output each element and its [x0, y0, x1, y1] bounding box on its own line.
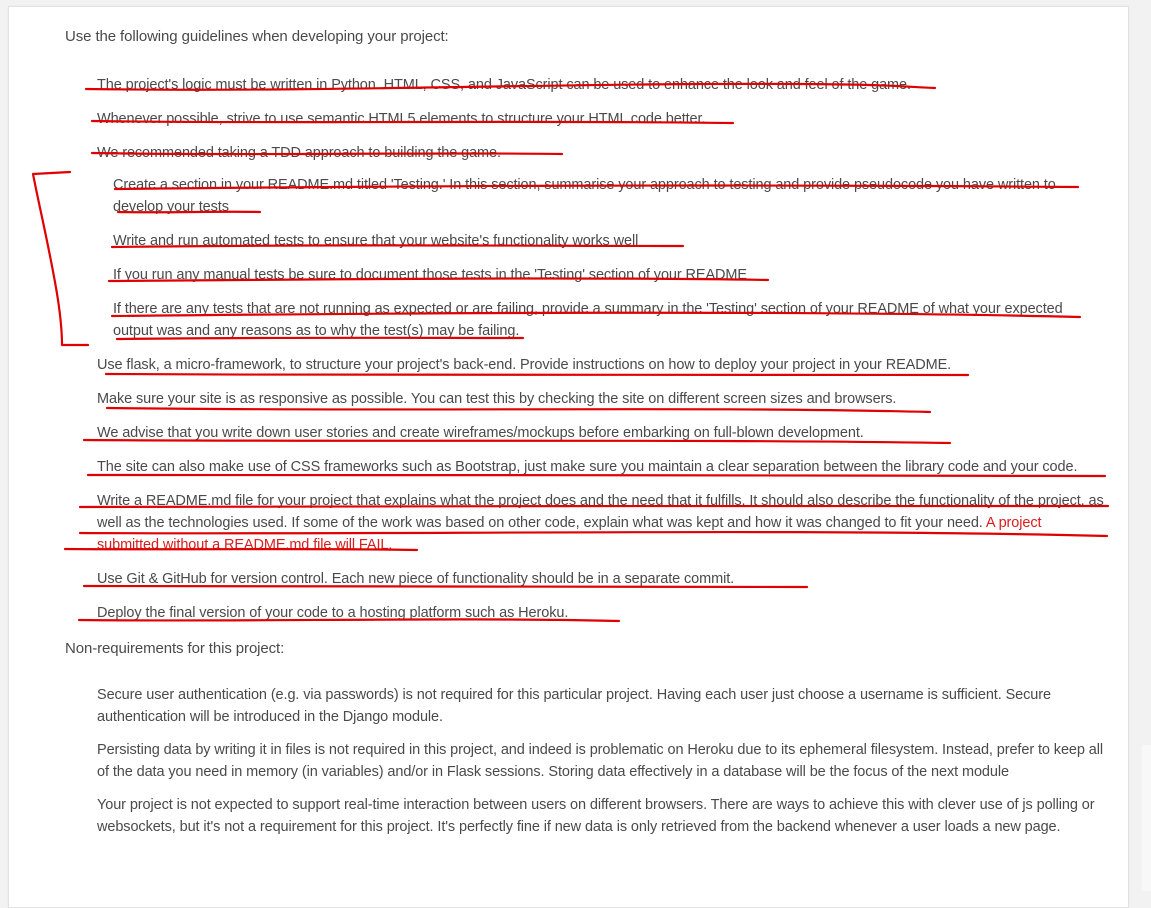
intro-heading: Use the following guidelines when develo… — [65, 28, 449, 45]
testing-sublist: Create a section in your README.md title… — [97, 174, 1105, 342]
list-item: Use Git & GitHub for version control. Ea… — [97, 571, 735, 587]
list-item: Create a section in your README.md title… — [113, 177, 1056, 215]
requirements-list: The project's logic must be written in P… — [65, 74, 1105, 624]
list-item: The site can also make use of CSS framew… — [97, 459, 1078, 475]
guidelines-content: Use the following guidelines when develo… — [65, 26, 1105, 849]
list-item: The project's logic must be written in P… — [97, 77, 911, 93]
nonreq-heading: Non-requirements for this project: — [65, 640, 285, 657]
list-item: Your project is not expected to support … — [97, 797, 1095, 835]
readme-text: Write a README.md file for your project … — [97, 493, 1104, 531]
readme-list-item: Write a README.md file for your project … — [97, 490, 1105, 556]
list-item: Make sure your site is as responsive as … — [97, 391, 897, 407]
list-item: If there are any tests that are not runn… — [113, 301, 1063, 339]
list-item: Persisting data by writing it in files i… — [97, 742, 1103, 780]
list-item: Use flask, a micro-framework, to structu… — [97, 357, 952, 373]
list-item: Secure user authentication (e.g. via pas… — [97, 687, 1051, 725]
list-item: We advise that you write down user stori… — [97, 425, 864, 441]
nonrequirements-list: Secure user authentication (e.g. via pas… — [65, 684, 1105, 838]
list-item: Deploy the final version of your code to… — [97, 605, 569, 621]
right-edge-bar — [1142, 745, 1151, 891]
tdd-item-label: We recommended taking a TDD approach to … — [97, 145, 501, 161]
list-item: If you run any manual tests be sure to d… — [113, 267, 747, 283]
list-item: Write and run automated tests to ensure … — [113, 233, 639, 249]
list-item: Whenever possible, strive to use semanti… — [97, 111, 706, 127]
list-item: We recommended taking a TDD approach to … — [97, 142, 1105, 342]
